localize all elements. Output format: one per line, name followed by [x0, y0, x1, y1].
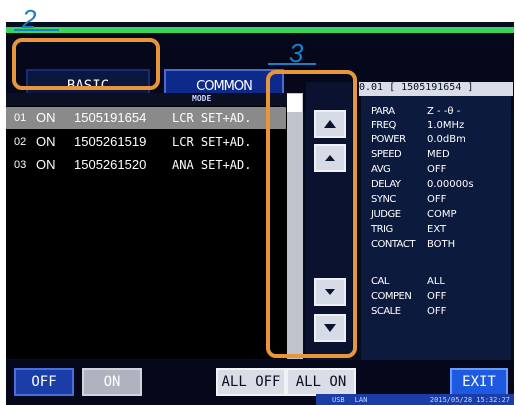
- param-value: OFF: [427, 291, 447, 302]
- row-state: ON: [36, 110, 56, 125]
- param-name: CAL: [371, 276, 389, 287]
- param-name: POWER: [371, 134, 406, 145]
- all-on-button[interactable]: ALL ON: [286, 368, 356, 396]
- row-state: ON: [36, 157, 56, 172]
- step-2-label: 2: [22, 4, 37, 34]
- list-row[interactable]: 01 ON 1505191654 LCR SET+AD.: [6, 107, 286, 129]
- lan-indicator: LAN: [354, 395, 368, 404]
- status-bar: USB LAN 2015/05/28 15:32:27: [316, 394, 514, 405]
- row-mode: LCR SET+AD.: [172, 111, 252, 125]
- row-state: ON: [36, 134, 56, 149]
- row-number: 03: [14, 159, 27, 171]
- usb-indicator: USB: [332, 395, 345, 404]
- row-number: 01: [14, 112, 27, 124]
- param-name: SPEED: [371, 149, 402, 160]
- param-name: SCALE: [371, 306, 401, 317]
- param-value: OFF: [427, 164, 447, 175]
- param-value: EXT: [427, 224, 447, 235]
- on-button[interactable]: ON: [82, 368, 142, 396]
- settings-detail-panel: 0.01 [ 1505191654 ] PARA Z - -θ - FREQ 1.…: [359, 82, 513, 360]
- list-row[interactable]: 02 ON 1505261519 LCR SET+AD.: [6, 131, 286, 153]
- all-off-button[interactable]: ALL OFF: [216, 368, 286, 396]
- clock: 2015/05/28 15:32:27: [429, 395, 510, 404]
- mode-column-header: MODE: [192, 94, 212, 103]
- param-name: JUDGE: [371, 209, 401, 220]
- param-name: DELAY: [371, 179, 401, 190]
- param-value: OFF: [427, 306, 447, 317]
- param-value: OFF: [427, 194, 447, 205]
- row-mode: LCR SET+AD.: [172, 135, 252, 149]
- param-value: 1.0MHz: [427, 120, 465, 131]
- tabs-callout-frame: [12, 38, 160, 90]
- param-value: Z - -θ -: [427, 106, 461, 117]
- row-id: 1505261520: [74, 157, 147, 172]
- row-id: 1505191654: [74, 110, 147, 125]
- param-name: SYNC: [371, 194, 396, 205]
- param-value: ALL: [427, 276, 445, 287]
- exit-button[interactable]: EXIT: [450, 368, 508, 396]
- param-value: MED: [427, 149, 450, 160]
- list-header: MODE: [6, 93, 288, 106]
- row-id: 1505261519: [74, 134, 147, 149]
- param-value: 0.0dBm: [427, 134, 466, 145]
- step-2-underline: [14, 29, 59, 31]
- step-3-label: 3: [289, 38, 304, 68]
- param-name: CONTACT: [371, 239, 415, 250]
- off-button[interactable]: OFF: [14, 368, 74, 396]
- list-row[interactable]: 03 ON 1505261520 ANA SET+AD.: [6, 154, 286, 176]
- row-mode: ANA SET+AD.: [172, 158, 252, 172]
- param-name: FREQ: [371, 120, 396, 131]
- param-value: BOTH: [427, 239, 456, 250]
- param-name: COMPEN: [371, 291, 412, 302]
- param-name: AVG: [371, 164, 391, 175]
- scroll-callout-frame: [266, 70, 357, 358]
- panel-list: MODE 01 ON 1505191654 LCR SET+AD. 02 ON …: [6, 93, 288, 359]
- param-value: COMP: [427, 209, 457, 220]
- param-value: 0.00000s: [427, 179, 474, 190]
- detail-header: 0.01 [ 1505191654 ]: [359, 82, 513, 96]
- row-number: 02: [14, 136, 27, 148]
- param-name: TRIG: [371, 224, 393, 235]
- param-name: PARA: [371, 106, 395, 117]
